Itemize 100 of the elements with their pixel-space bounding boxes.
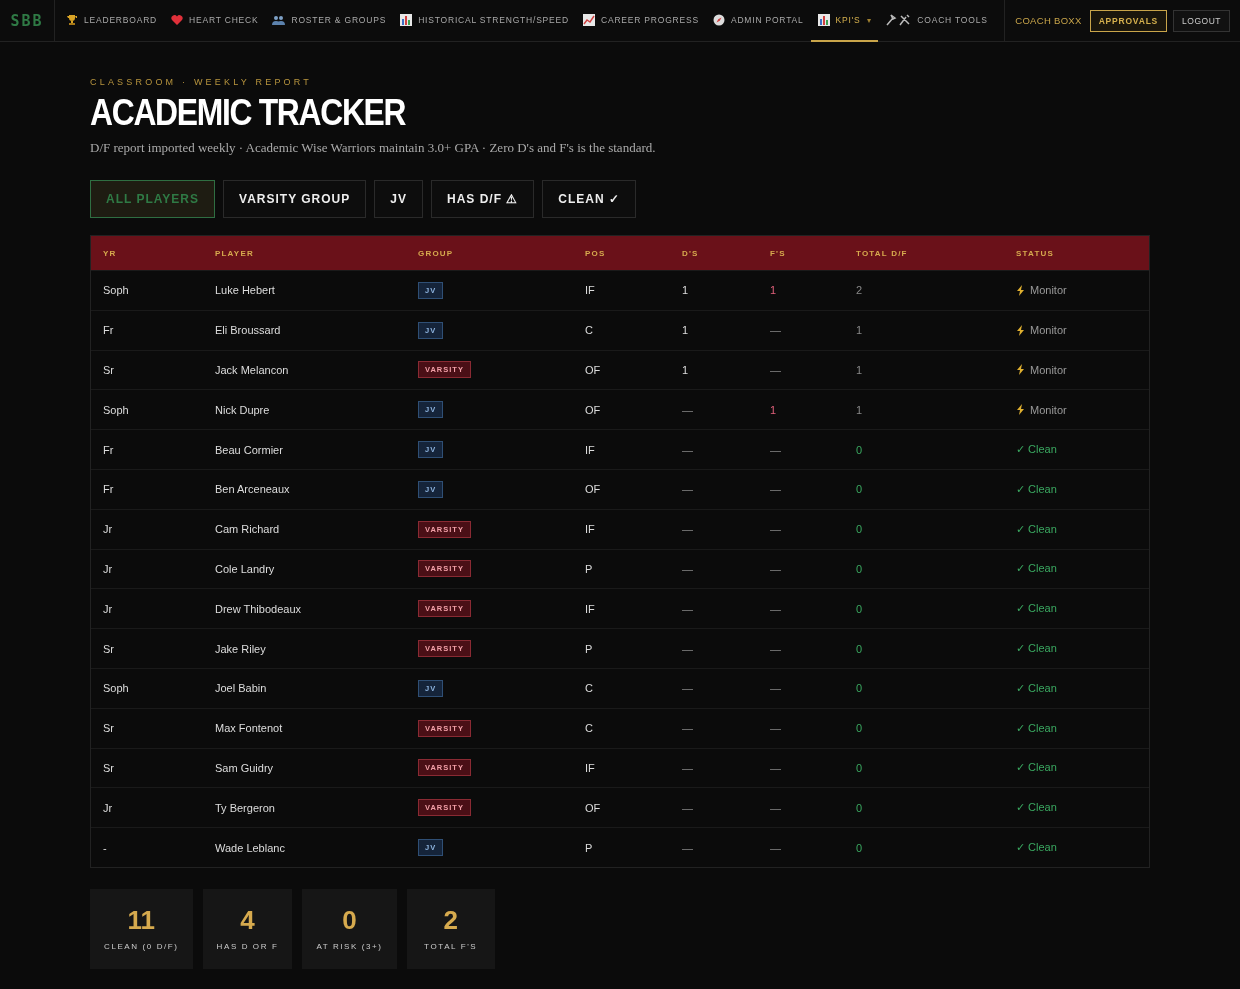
table-cell-text: — xyxy=(681,523,694,536)
table-cell-text: 1 xyxy=(855,364,864,376)
table-cell-text: Sr xyxy=(102,364,115,376)
page-subtitle: D/F report imported weekly · Academic Wise Warriors maintain 3.0+ GPA · Zero D's and F's is the standard. xyxy=(90,140,657,156)
status-label: Monitor xyxy=(1030,284,1067,297)
table-cell-text: — xyxy=(681,443,694,456)
table-cell-text: 0 xyxy=(855,443,864,456)
table-cell-text: — xyxy=(769,364,782,376)
table-cell-text: 0 xyxy=(855,642,864,655)
status-label: ✓ Clean xyxy=(1016,841,1057,855)
table-cell-text: — xyxy=(769,722,782,735)
table-cell-text: — xyxy=(769,443,782,456)
filter-button[interactable]: VARSITY GROUP xyxy=(223,180,367,218)
filter-button[interactable]: JV xyxy=(374,180,423,218)
lightning-icon xyxy=(1016,404,1025,416)
lightning-icon xyxy=(1016,284,1025,296)
table-cell-text: — xyxy=(769,682,782,695)
table-cell-text: Jr xyxy=(102,523,114,536)
table-cell-text: IF xyxy=(584,602,596,615)
filter-button[interactable]: HAS D/F ⚠ xyxy=(430,180,535,218)
table-cell-text: — xyxy=(769,841,782,854)
nav-tab[interactable]: HISTORICAL STRENGTH/SPEED xyxy=(393,0,576,42)
status-label: ✓ Clean xyxy=(1016,761,1057,775)
stat-value: 11 xyxy=(127,904,156,936)
table-cell-text: IF xyxy=(584,443,596,456)
table-cell-text: C xyxy=(584,324,594,337)
table-cell-text: 0 xyxy=(855,722,864,735)
status-label: ✓ Clean xyxy=(1016,642,1057,656)
column-header: STATUS xyxy=(1015,248,1055,258)
table-cell-text: 2 xyxy=(855,284,864,297)
nav-tab[interactable]: ROSTER & GROUPS xyxy=(265,0,394,42)
status-label: ✓ Clean xyxy=(1016,681,1057,695)
filter-button[interactable]: CLEAN ✓ xyxy=(542,180,636,218)
table-cell-text: P xyxy=(584,841,594,854)
nav-tab[interactable]: CAREER PROGRESS xyxy=(575,0,706,42)
table-cell-text: 0 xyxy=(855,841,864,854)
table-cell-text: Ben Arceneaux xyxy=(214,483,291,496)
table-cell-text: - xyxy=(102,841,108,854)
compass-icon xyxy=(712,14,725,26)
heart-icon xyxy=(171,14,184,26)
column-header: D'S xyxy=(681,248,700,258)
table-cell-text: Wade Leblanc xyxy=(214,841,286,854)
table-cell-text: Luke Hebert xyxy=(214,284,276,297)
table-cell-text: Soph xyxy=(102,284,130,297)
table-cell-text: — xyxy=(769,761,782,774)
nav-tab[interactable]: ADMIN PORTAL xyxy=(705,0,811,42)
table-cell-text: 0 xyxy=(855,602,864,615)
table-cell-text: 0 xyxy=(855,483,864,496)
table-cell-text: Nick Dupre xyxy=(214,403,271,416)
table-cell-text: Max Fontenot xyxy=(214,722,284,735)
table-cell-text: Sr xyxy=(102,761,115,774)
stat-label: CLEAN (0 D/F) xyxy=(104,941,179,951)
stat-label: TOTAL F'S xyxy=(424,941,478,951)
table-cell-text: Jack Melancon xyxy=(214,364,290,376)
table-cell-text: IF xyxy=(584,523,596,536)
status-label: ✓ Clean xyxy=(1016,562,1057,576)
table-cell-text: Jr xyxy=(102,562,114,575)
status-label: ✓ Clean xyxy=(1016,482,1057,496)
people-icon xyxy=(272,14,286,26)
column-header: F'S xyxy=(769,248,787,258)
stat-value: 4 xyxy=(240,904,255,936)
caret-icon: ▾ xyxy=(866,15,872,25)
status-label: ✓ Clean xyxy=(1016,522,1057,536)
status-label: Monitor xyxy=(1030,324,1067,337)
page-title: ACADEMIC TRACKER xyxy=(90,93,406,133)
table-cell-text: C xyxy=(584,722,594,735)
nav-tab[interactable]: HEART CHECK xyxy=(164,0,266,42)
nav-tab[interactable]: COACH TOOLS xyxy=(878,0,995,42)
table-cell-text: Sr xyxy=(102,722,115,735)
nav-tab[interactable]: LEADERBOARD xyxy=(59,0,165,42)
logo[interactable]: SBB xyxy=(0,0,55,41)
column-header: PLAYER xyxy=(214,248,255,258)
nav-tab[interactable]: KPI'S ▾ xyxy=(810,0,879,42)
table-cell-text: — xyxy=(769,642,782,655)
table-cell-text: Soph xyxy=(102,682,130,695)
column-header: GROUP xyxy=(417,248,455,258)
approvals-button[interactable]: APPROVALS xyxy=(1089,9,1168,32)
table-cell-text: Drew Thibodeaux xyxy=(214,602,302,615)
table-cell-text: Fr xyxy=(102,443,115,456)
table-cell-text: 0 xyxy=(855,761,864,774)
table-cell-text: Eli Broussard xyxy=(214,324,282,337)
table-cell-text: Sr xyxy=(102,642,115,655)
table-cell-text: 0 xyxy=(855,682,864,695)
logout-button[interactable]: LOGOUT xyxy=(1173,9,1230,32)
table-cell-text: 1 xyxy=(855,324,864,337)
table-cell-text: Fr xyxy=(102,324,115,337)
stat-value: 0 xyxy=(342,904,357,936)
table-cell-text: — xyxy=(769,801,782,814)
table-cell-text: C xyxy=(584,682,594,695)
user-name: COACH BOXX xyxy=(1015,15,1083,26)
table-cell-text: — xyxy=(769,562,782,575)
table-cell-text: — xyxy=(769,324,782,337)
table-cell-text: — xyxy=(769,483,782,496)
table-cell-text: Ty Bergeron xyxy=(214,801,276,814)
table-cell-text: 0 xyxy=(855,801,864,814)
table-cell-text: OF xyxy=(584,364,602,376)
table-cell-text: 1 xyxy=(769,403,778,416)
table-cell-text: OF xyxy=(584,801,602,814)
status-label: Monitor xyxy=(1030,364,1067,376)
line-chart-icon xyxy=(582,14,595,26)
